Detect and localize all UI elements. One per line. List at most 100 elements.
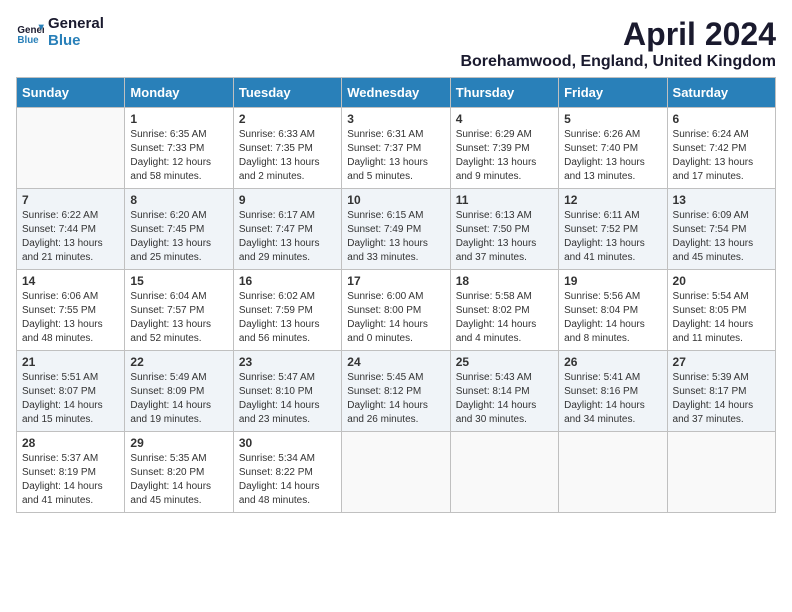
logo-general: General bbox=[48, 16, 104, 33]
day-number: 25 bbox=[456, 355, 553, 369]
calendar-week-row: 1 Sunrise: 6:35 AM Sunset: 7:33 PM Daylig… bbox=[17, 108, 776, 189]
day-info: Sunrise: 5:35 AM Sunset: 8:20 PM Dayligh… bbox=[130, 452, 227, 508]
calendar-week-row: 28 Sunrise: 5:37 AM Sunset: 8:19 PM Dayli… bbox=[17, 432, 776, 513]
day-number: 8 bbox=[130, 193, 227, 207]
calendar-cell: 2 Sunrise: 6:33 AM Sunset: 7:35 PM Daylig… bbox=[233, 108, 341, 189]
day-info: Sunrise: 5:43 AM Sunset: 8:14 PM Dayligh… bbox=[456, 371, 553, 427]
day-info: Sunrise: 6:04 AM Sunset: 7:57 PM Dayligh… bbox=[130, 290, 227, 346]
day-info: Sunrise: 6:15 AM Sunset: 7:49 PM Dayligh… bbox=[347, 209, 444, 265]
day-number: 4 bbox=[456, 112, 553, 126]
calendar-cell: 28 Sunrise: 5:37 AM Sunset: 8:19 PM Dayli… bbox=[17, 432, 125, 513]
calendar-cell: 20 Sunrise: 5:54 AM Sunset: 8:05 PM Dayli… bbox=[667, 270, 775, 351]
day-info: Sunrise: 6:35 AM Sunset: 7:33 PM Dayligh… bbox=[130, 128, 227, 184]
day-info: Sunrise: 6:33 AM Sunset: 7:35 PM Dayligh… bbox=[239, 128, 336, 184]
weekday-header: Tuesday bbox=[233, 78, 341, 108]
calendar-header-row: SundayMondayTuesdayWednesdayThursdayFrid… bbox=[17, 78, 776, 108]
calendar-cell: 21 Sunrise: 5:51 AM Sunset: 8:07 PM Dayli… bbox=[17, 351, 125, 432]
day-number: 24 bbox=[347, 355, 444, 369]
day-info: Sunrise: 6:09 AM Sunset: 7:54 PM Dayligh… bbox=[673, 209, 770, 265]
day-number: 1 bbox=[130, 112, 227, 126]
location-title: Borehamwood, England, United Kingdom bbox=[460, 53, 776, 71]
day-info: Sunrise: 5:37 AM Sunset: 8:19 PM Dayligh… bbox=[22, 452, 119, 508]
calendar-cell: 25 Sunrise: 5:43 AM Sunset: 8:14 PM Dayli… bbox=[450, 351, 558, 432]
day-number: 28 bbox=[22, 436, 119, 450]
day-number: 13 bbox=[673, 193, 770, 207]
calendar-cell bbox=[559, 432, 667, 513]
day-info: Sunrise: 5:49 AM Sunset: 8:09 PM Dayligh… bbox=[130, 371, 227, 427]
day-info: Sunrise: 6:00 AM Sunset: 8:00 PM Dayligh… bbox=[347, 290, 444, 346]
day-number: 30 bbox=[239, 436, 336, 450]
calendar-cell: 11 Sunrise: 6:13 AM Sunset: 7:50 PM Dayli… bbox=[450, 189, 558, 270]
day-number: 26 bbox=[564, 355, 661, 369]
day-info: Sunrise: 6:22 AM Sunset: 7:44 PM Dayligh… bbox=[22, 209, 119, 265]
day-info: Sunrise: 6:13 AM Sunset: 7:50 PM Dayligh… bbox=[456, 209, 553, 265]
weekday-header: Saturday bbox=[667, 78, 775, 108]
calendar-cell: 29 Sunrise: 5:35 AM Sunset: 8:20 PM Dayli… bbox=[125, 432, 233, 513]
calendar-week-row: 7Sunrise: 6:22 AM Sunset: 7:44 PM Daylig… bbox=[17, 189, 776, 270]
calendar-table: SundayMondayTuesdayWednesdayThursdayFrid… bbox=[16, 77, 776, 513]
weekday-header: Friday bbox=[559, 78, 667, 108]
weekday-header: Thursday bbox=[450, 78, 558, 108]
day-number: 29 bbox=[130, 436, 227, 450]
weekday-header: Monday bbox=[125, 78, 233, 108]
calendar-cell: 13 Sunrise: 6:09 AM Sunset: 7:54 PM Dayli… bbox=[667, 189, 775, 270]
day-info: Sunrise: 6:26 AM Sunset: 7:40 PM Dayligh… bbox=[564, 128, 661, 184]
calendar-cell: 10 Sunrise: 6:15 AM Sunset: 7:49 PM Dayli… bbox=[342, 189, 450, 270]
day-info: Sunrise: 5:41 AM Sunset: 8:16 PM Dayligh… bbox=[564, 371, 661, 427]
day-number: 21 bbox=[22, 355, 119, 369]
calendar-cell: 26 Sunrise: 5:41 AM Sunset: 8:16 PM Dayli… bbox=[559, 351, 667, 432]
calendar-cell: 16 Sunrise: 6:02 AM Sunset: 7:59 PM Dayli… bbox=[233, 270, 341, 351]
day-number: 6 bbox=[673, 112, 770, 126]
calendar-cell: 14Sunrise: 6:06 AM Sunset: 7:55 PM Dayli… bbox=[17, 270, 125, 351]
day-info: Sunrise: 6:06 AM Sunset: 7:55 PM Dayligh… bbox=[22, 290, 119, 346]
calendar-cell: 19Sunrise: 5:56 AM Sunset: 8:04 PM Dayli… bbox=[559, 270, 667, 351]
calendar-cell bbox=[17, 108, 125, 189]
day-number: 23 bbox=[239, 355, 336, 369]
day-number: 20 bbox=[673, 274, 770, 288]
logo-icon: General Blue bbox=[16, 19, 44, 47]
day-number: 9 bbox=[239, 193, 336, 207]
calendar-cell: 4Sunrise: 6:29 AM Sunset: 7:39 PM Daylig… bbox=[450, 108, 558, 189]
day-info: Sunrise: 6:11 AM Sunset: 7:52 PM Dayligh… bbox=[564, 209, 661, 265]
calendar-week-row: 21 Sunrise: 5:51 AM Sunset: 8:07 PM Dayli… bbox=[17, 351, 776, 432]
logo: General Blue General Blue bbox=[16, 16, 104, 49]
calendar-cell bbox=[667, 432, 775, 513]
day-info: Sunrise: 5:34 AM Sunset: 8:22 PM Dayligh… bbox=[239, 452, 336, 508]
calendar-cell: 5 Sunrise: 6:26 AM Sunset: 7:40 PM Daylig… bbox=[559, 108, 667, 189]
calendar-cell: 30 Sunrise: 5:34 AM Sunset: 8:22 PM Dayli… bbox=[233, 432, 341, 513]
day-number: 16 bbox=[239, 274, 336, 288]
day-info: Sunrise: 6:17 AM Sunset: 7:47 PM Dayligh… bbox=[239, 209, 336, 265]
day-info: Sunrise: 6:02 AM Sunset: 7:59 PM Dayligh… bbox=[239, 290, 336, 346]
calendar-cell: 27 Sunrise: 5:39 AM Sunset: 8:17 PM Dayli… bbox=[667, 351, 775, 432]
month-title: April 2024 bbox=[460, 16, 776, 53]
day-info: Sunrise: 5:47 AM Sunset: 8:10 PM Dayligh… bbox=[239, 371, 336, 427]
day-info: Sunrise: 5:45 AM Sunset: 8:12 PM Dayligh… bbox=[347, 371, 444, 427]
calendar-cell: 22Sunrise: 5:49 AM Sunset: 8:09 PM Dayli… bbox=[125, 351, 233, 432]
day-number: 2 bbox=[239, 112, 336, 126]
weekday-header: Sunday bbox=[17, 78, 125, 108]
day-info: Sunrise: 5:39 AM Sunset: 8:17 PM Dayligh… bbox=[673, 371, 770, 427]
calendar-week-row: 14Sunrise: 6:06 AM Sunset: 7:55 PM Dayli… bbox=[17, 270, 776, 351]
calendar-cell: 1 Sunrise: 6:35 AM Sunset: 7:33 PM Daylig… bbox=[125, 108, 233, 189]
day-number: 11 bbox=[456, 193, 553, 207]
calendar-cell: 3Sunrise: 6:31 AM Sunset: 7:37 PM Daylig… bbox=[342, 108, 450, 189]
calendar-cell: 9 Sunrise: 6:17 AM Sunset: 7:47 PM Daylig… bbox=[233, 189, 341, 270]
svg-text:Blue: Blue bbox=[17, 34, 39, 45]
calendar-cell bbox=[342, 432, 450, 513]
weekday-header: Wednesday bbox=[342, 78, 450, 108]
day-number: 5 bbox=[564, 112, 661, 126]
calendar-cell: 6 Sunrise: 6:24 AM Sunset: 7:42 PM Daylig… bbox=[667, 108, 775, 189]
day-info: Sunrise: 6:31 AM Sunset: 7:37 PM Dayligh… bbox=[347, 128, 444, 184]
day-info: Sunrise: 5:51 AM Sunset: 8:07 PM Dayligh… bbox=[22, 371, 119, 427]
day-number: 10 bbox=[347, 193, 444, 207]
day-info: Sunrise: 5:56 AM Sunset: 8:04 PM Dayligh… bbox=[564, 290, 661, 346]
page-header: General Blue General Blue April 2024 Bor… bbox=[16, 16, 776, 71]
day-number: 27 bbox=[673, 355, 770, 369]
day-number: 18 bbox=[456, 274, 553, 288]
calendar-cell: 8Sunrise: 6:20 AM Sunset: 7:45 PM Daylig… bbox=[125, 189, 233, 270]
day-info: Sunrise: 6:24 AM Sunset: 7:42 PM Dayligh… bbox=[673, 128, 770, 184]
day-number: 12 bbox=[564, 193, 661, 207]
logo-blue: Blue bbox=[48, 33, 104, 50]
day-info: Sunrise: 5:58 AM Sunset: 8:02 PM Dayligh… bbox=[456, 290, 553, 346]
day-info: Sunrise: 5:54 AM Sunset: 8:05 PM Dayligh… bbox=[673, 290, 770, 346]
